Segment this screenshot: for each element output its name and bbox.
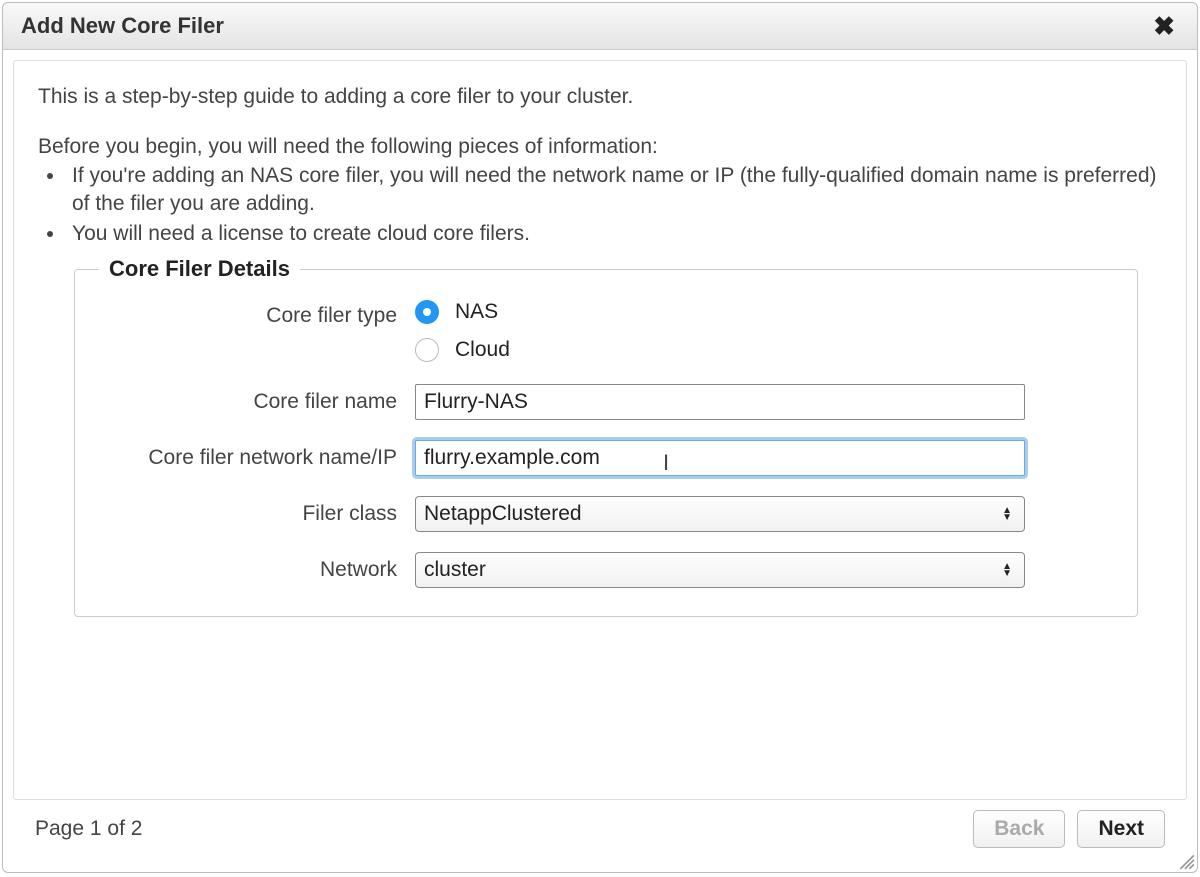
netselect-control: cluster ▲▼ <box>415 552 1025 588</box>
label-core-filer-type: Core filer type <box>115 298 415 329</box>
info-bullet-2: You will need a license to create cloud … <box>66 220 1162 248</box>
network-select-value: cluster <box>424 556 486 584</box>
name-control <box>415 384 1025 420</box>
radio-label-cloud: Cloud <box>455 336 510 364</box>
select-arrows-icon: ▲▼ <box>1002 563 1012 577</box>
fieldset-legend: Core Filer Details <box>99 254 300 284</box>
footer-button-group: Back Next <box>973 810 1165 848</box>
label-core-filer-network: Core filer network name/IP <box>115 440 415 471</box>
dialog-footer: Page 1 of 2 Back Next <box>13 800 1187 862</box>
network-control: I <box>415 440 1025 476</box>
filerclass-control: NetappClustered ▲▼ <box>415 496 1025 532</box>
form-row-filerclass: Filer class NetappClustered ▲▼ <box>115 496 1097 532</box>
form-row-type: Core filer type NAS Cloud <box>115 298 1097 365</box>
core-filer-details-fieldset: Core Filer Details Core filer type NAS C… <box>74 269 1138 618</box>
filer-class-value: NetappClustered <box>424 500 582 528</box>
form-row-name: Core filer name <box>115 384 1097 420</box>
filer-class-select[interactable]: NetappClustered ▲▼ <box>415 496 1025 532</box>
next-button[interactable]: Next <box>1077 810 1165 848</box>
radio-label-nas: NAS <box>455 298 498 326</box>
dialog-header: Add New Core Filer ✖ <box>3 3 1197 50</box>
back-button[interactable]: Back <box>973 810 1065 848</box>
intro-line1: This is a step-by-step guide to adding a… <box>38 83 1162 111</box>
add-core-filer-dialog: Add New Core Filer ✖ This is a step-by-s… <box>2 2 1198 873</box>
info-list: If you're adding an NAS core filer, you … <box>66 162 1162 249</box>
radio-nas[interactable] <box>415 300 439 324</box>
core-filer-name-input[interactable] <box>415 384 1025 420</box>
page-indicator: Page 1 of 2 <box>35 817 142 841</box>
network-select[interactable]: cluster ▲▼ <box>415 552 1025 588</box>
radio-cloud[interactable] <box>415 338 439 362</box>
resize-grip-icon[interactable] <box>1177 852 1195 870</box>
form-row-netselect: Network cluster ▲▼ <box>115 552 1097 588</box>
dialog-body-wrap: This is a step-by-step guide to adding a… <box>3 50 1197 872</box>
close-icon[interactable]: ✖ <box>1149 13 1179 39</box>
label-core-filer-name: Core filer name <box>115 384 415 415</box>
radio-item-nas: NAS <box>415 298 1025 326</box>
label-network: Network <box>115 552 415 583</box>
radio-item-cloud: Cloud <box>415 336 1025 364</box>
intro-before: Before you begin, you will need the foll… <box>38 133 1162 161</box>
label-filer-class: Filer class <box>115 496 415 527</box>
core-filer-type-radio-group: NAS Cloud <box>415 298 1025 365</box>
info-bullet-1: If you're adding an NAS core filer, you … <box>66 162 1162 219</box>
form-row-network: Core filer network name/IP I <box>115 440 1097 476</box>
core-filer-network-input[interactable] <box>415 440 1025 476</box>
dialog-title: Add New Core Filer <box>21 13 224 39</box>
dialog-body: This is a step-by-step guide to adding a… <box>13 60 1187 800</box>
select-arrows-icon: ▲▼ <box>1002 507 1012 521</box>
